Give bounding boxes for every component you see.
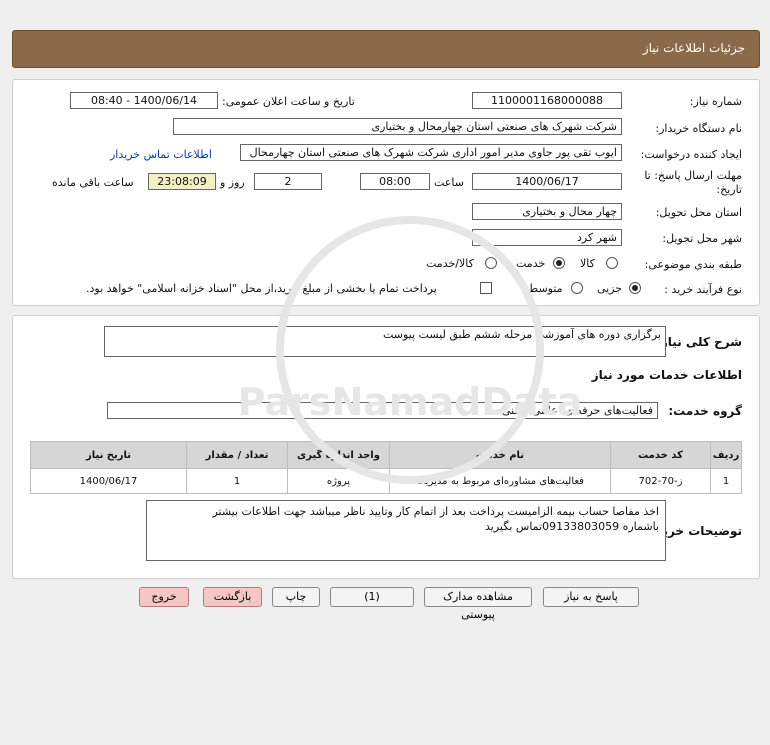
category-option-goods: کالا <box>580 257 595 270</box>
remaining-time-field: 23:08:09 <box>148 173 216 190</box>
attachments-count-button[interactable]: (1) <box>330 587 414 607</box>
cell-quantity: 1 <box>186 468 288 494</box>
deadline-date-label: تاریخ: <box>716 183 742 196</box>
summary-field: برگزاری دوره های آموزشی مرحله ششم طبق لی… <box>104 326 666 357</box>
buyer-notes-field: اخذ مفاصا حساب بیمه الزامیست پرداخت بعد … <box>146 500 666 561</box>
need-number-field: 1100001168000088 <box>472 92 622 109</box>
province-field: چهار محال و بختیاری <box>472 203 622 220</box>
col-row: ردیف <box>710 441 742 469</box>
process-option-minor: جزیی <box>597 282 623 295</box>
cell-row: 1 <box>710 468 742 494</box>
category-radio-service[interactable] <box>553 257 565 269</box>
creator-field: ایوب تقی پور جاوی مدیر امور اداری شرکت ش… <box>240 144 622 161</box>
deadline-time-field: 08:00 <box>360 173 430 190</box>
page-title: جزئیات اطلاعات نیاز <box>642 41 745 55</box>
need-number-label: شماره نیاز: <box>689 95 742 108</box>
deadline-date-field: 1400/06/17 <box>472 173 622 190</box>
province-label: استان محل تحویل: <box>655 206 742 219</box>
buyer-label: نام دستگاه خریدار: <box>655 122 742 135</box>
exit-button[interactable]: خروج <box>139 587 189 607</box>
category-option-service: خدمت <box>516 257 546 270</box>
buyer-field: شرکت شهرک های صنعتی استان چهارمحال و بخت… <box>173 118 622 135</box>
col-unit: واحد اندازه گیری <box>287 441 390 469</box>
buyer-notes-line-2: باشماره 09133803059تماس بگیرید <box>485 520 659 533</box>
cell-date: 1400/06/17 <box>30 468 187 494</box>
process-option-medium: متوسط <box>528 282 563 295</box>
cell-unit: پروژه <box>287 468 390 494</box>
view-attachments-button-visible[interactable]: مشاهده مدارک پیوستی <box>424 587 532 621</box>
city-label: شهر محل تحویل: <box>662 232 742 245</box>
col-code: کد خدمت <box>610 441 711 469</box>
creator-label: ایجاد کننده درخواست: <box>640 148 742 161</box>
print-button[interactable]: چاپ <box>272 587 320 607</box>
process-radio-medium[interactable] <box>571 282 583 294</box>
col-quantity: تعداد / مقدار <box>186 441 288 469</box>
service-group-label: گروه خدمت: <box>668 404 742 418</box>
category-radio-goods[interactable] <box>606 257 618 269</box>
cell-name: فعالیت‌های مشاوره‌ای مربوط به مدیریت <box>389 468 611 494</box>
category-radio-goods-service[interactable] <box>485 257 497 269</box>
deadline-time-label: ساعت <box>434 176 464 189</box>
page-header: جزئیات اطلاعات نیاز <box>12 30 760 68</box>
city-field: شهر کرد <box>472 229 622 246</box>
days-label: روز و <box>220 176 245 189</box>
reply-button[interactable]: پاسخ به نیاز <box>543 587 639 607</box>
services-section-title: اطلاعات خدمات مورد نیاز <box>591 368 742 382</box>
category-option-goods-service: کالا/خدمت <box>426 257 474 270</box>
remaining-label: ساعت باقی مانده <box>52 176 134 189</box>
process-radio-minor[interactable] <box>629 282 641 294</box>
summary-label: شرح کلی نیاز: <box>656 335 742 349</box>
buyer-notes-line-1: اخذ مفاصا حساب بیمه الزامیست پرداخت بعد … <box>212 505 659 518</box>
category-label: طبقه بندی موضوعی: <box>644 258 742 271</box>
days-field: 2 <box>254 173 322 190</box>
back-button[interactable]: بازگشت <box>203 587 262 607</box>
announce-field: 1400/06/14 - 08:40 <box>70 92 218 109</box>
buyer-contact-link[interactable]: اطلاعات تماس خریدار <box>110 148 212 161</box>
services-table-header: ردیف کد خدمت نام خدمت واحد اندازه گیری ت… <box>30 441 742 469</box>
service-group-field: فعالیت‌های حرفه‌ای، علمی و فنی <box>107 402 658 419</box>
table-row: 1 ز-70-702 فعالیت‌های مشاوره‌ای مربوط به… <box>30 468 742 494</box>
announce-label: تاریخ و ساعت اعلان عمومی: <box>222 95 355 108</box>
col-date: تاریخ نیاز <box>30 441 187 469</box>
treasury-note: پرداخت تمام یا بخشی از مبلغ خرید،از محل … <box>86 282 437 295</box>
cell-code: ز-70-702 <box>610 468 711 494</box>
need-info-panel <box>12 79 760 306</box>
deadline-label: مهلت ارسال پاسخ: تا <box>644 169 742 182</box>
services-table: ردیف کد خدمت نام خدمت واحد اندازه گیری ت… <box>30 441 742 494</box>
col-name: نام خدمت <box>389 441 611 469</box>
treasury-checkbox[interactable] <box>480 282 492 294</box>
process-label: نوع فرآیند خرید : <box>664 283 742 296</box>
